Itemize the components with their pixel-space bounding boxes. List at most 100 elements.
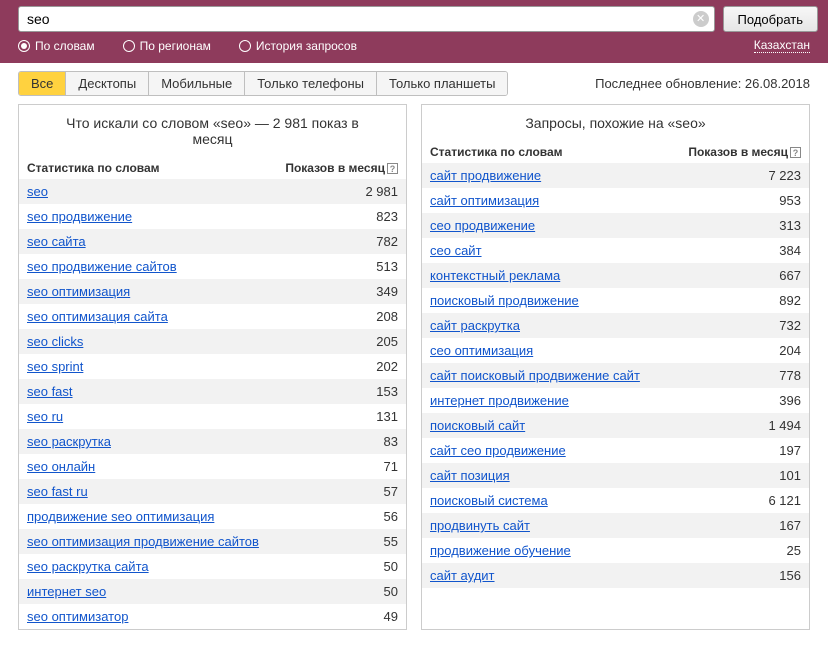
keyword-link[interactable]: seo clicks [27,334,83,349]
keyword-count: 205 [366,334,398,349]
keyword-link[interactable]: сайт поисковый продвижение сайт [430,368,640,383]
table-row: seo онлайн 71 [19,454,406,479]
keyword-link[interactable]: интернет seo [27,584,106,599]
keyword-link[interactable]: seo раскрутка сайта [27,559,149,574]
keyword-link[interactable]: seo fast [27,384,73,399]
keyword-link[interactable]: поисковый продвижение [430,293,579,308]
keyword-link[interactable]: seo оптимизация [27,284,130,299]
help-icon[interactable]: ? [790,147,801,158]
keyword-link[interactable]: сайт раскрутка [430,318,520,333]
radio-icon [123,40,135,52]
filter-label: По регионам [140,39,211,53]
radio-icon [239,40,251,52]
tab-all[interactable]: Все [19,72,66,95]
filter-by-words[interactable]: По словам [18,39,95,53]
keyword-count: 1 494 [758,418,801,433]
table-row: продвижение seo оптимизация 56 [19,504,406,529]
keyword-link[interactable]: сайт аудит [430,568,495,583]
keyword-link[interactable]: seo продвижение сайтов [27,259,177,274]
keyword-link[interactable]: seo онлайн [27,459,95,474]
keyword-count: 349 [366,284,398,299]
keyword-count: 778 [769,368,801,383]
table-row: сео продвижение313 [422,213,809,238]
help-icon[interactable]: ? [387,163,398,174]
keyword-count: 167 [769,518,801,533]
keyword-link[interactable]: seo sprint [27,359,83,374]
keyword-count: 71 [374,459,398,474]
keyword-link[interactable]: seo fast ru [27,484,88,499]
table-row: продвинуть сайт 167 [422,513,809,538]
keyword-link[interactable]: сайт продвижение [430,168,541,183]
tab-tablets-only[interactable]: Только планшеты [377,72,507,95]
table-row: сайт аудит 156 [422,563,809,588]
table-row: сайт сео продвижение 197 [422,438,809,463]
keyword-link[interactable]: сео продвижение [430,218,535,233]
keyword-link[interactable]: seo оптимизатор [27,609,128,624]
keyword-link[interactable]: seo оптимизация сайта [27,309,168,324]
keyword-link[interactable]: seo оптимизация продвижение сайтов [27,534,259,549]
keyword-link[interactable]: seo [27,184,48,199]
table-row: seo 2 981 [19,179,406,204]
keyword-count: 50 [374,584,398,599]
keyword-link[interactable]: seo сайта [27,234,86,249]
table-row: поисковый система 6 121 [422,488,809,513]
table-row: seo fast 153 [19,379,406,404]
keyword-link[interactable]: продвинуть сайт [430,518,530,533]
table-row: seo оптимизация 349 [19,279,406,304]
keyword-link[interactable]: поисковый система [430,493,548,508]
filter-by-regions[interactable]: По регионам [123,39,211,53]
table-row: seo сайта782 [19,229,406,254]
radio-icon [18,40,30,52]
keyword-link[interactable]: поисковый сайт [430,418,525,433]
keyword-count: 153 [366,384,398,399]
table-row: сайт раскрутка732 [422,313,809,338]
keyword-count: 49 [374,609,398,624]
keyword-link[interactable]: сео сайт [430,243,482,258]
keyword-link[interactable]: продвижение обучение [430,543,571,558]
table-row: сайт продвижение7 223 [422,163,809,188]
keyword-count: 667 [769,268,801,283]
table-row: поисковый продвижение 892 [422,288,809,313]
col-header-words: Статистика по словам [27,161,160,175]
keyword-count: 892 [769,293,801,308]
keyword-count: 56 [374,509,398,524]
keyword-count: 156 [769,568,801,583]
keyword-link[interactable]: сайт позиция [430,468,510,483]
last-update-label: Последнее обновление: 26.08.2018 [595,76,810,91]
keyword-link[interactable]: seo продвижение [27,209,132,224]
keyword-count: 83 [374,434,398,449]
keyword-link[interactable]: seo ru [27,409,63,424]
table-row: seo fast ru57 [19,479,406,504]
keyword-count: 204 [769,343,801,358]
keyword-link[interactable]: seo раскрутка [27,434,111,449]
keyword-link[interactable]: сео оптимизация [430,343,533,358]
keyword-count: 25 [777,543,801,558]
table-row: поисковый сайт 1 494 [422,413,809,438]
tab-phones-only[interactable]: Только телефоны [245,72,377,95]
keyword-count: 953 [769,193,801,208]
keyword-link[interactable]: интернет продвижение [430,393,569,408]
table-row: сео сайт384 [422,238,809,263]
keyword-link[interactable]: сайт сео продвижение [430,443,566,458]
region-selector[interactable]: Казахстан [754,38,810,53]
keyword-link[interactable]: продвижение seo оптимизация [27,509,214,524]
keyword-link[interactable]: контекстный реклама [430,268,560,283]
keyword-count: 202 [366,359,398,374]
device-tabs: Все Десктопы Мобильные Только телефоны Т… [18,71,508,96]
table-row: seo ru131 [19,404,406,429]
filter-history[interactable]: История запросов [239,39,357,53]
keyword-count: 396 [769,393,801,408]
keyword-count: 101 [769,468,801,483]
clear-icon[interactable]: ✕ [693,11,709,27]
keyword-count: 2 981 [355,184,398,199]
keyword-count: 197 [769,443,801,458]
panel-title: Что искали со словом «seo» — 2 981 показ… [19,105,406,157]
submit-button[interactable]: Подобрать [723,6,818,32]
search-input[interactable] [18,6,715,32]
tab-mobile[interactable]: Мобильные [149,72,245,95]
keyword-count: 6 121 [758,493,801,508]
keyword-link[interactable]: сайт оптимизация [430,193,539,208]
tab-desktops[interactable]: Десктопы [66,72,149,95]
col-header-impressions: Показов в месяц? [688,145,801,159]
table-row: seo clicks 205 [19,329,406,354]
